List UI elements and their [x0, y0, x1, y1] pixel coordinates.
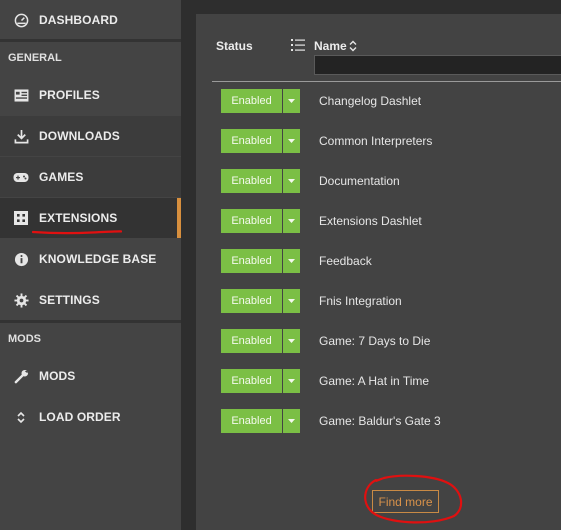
caret-down-icon — [288, 299, 295, 303]
extension-name: Fnis Integration — [319, 294, 402, 308]
status-column-header[interactable]: Status — [216, 39, 253, 53]
nav-extensions-label: EXTENSIONS — [39, 211, 118, 225]
enabled-status-button[interactable]: Enabled — [221, 329, 282, 353]
caret-down-icon — [288, 219, 295, 223]
extension-name: Changelog Dashlet — [319, 94, 422, 108]
nav-mods-label: MODS — [39, 369, 76, 383]
header-divider — [212, 81, 561, 82]
nav-settings[interactable]: SETTINGS — [0, 280, 181, 320]
enabled-status-button[interactable]: Enabled — [221, 369, 282, 393]
enabled-status-button[interactable]: Enabled — [221, 169, 282, 193]
sort-arrows-icon — [13, 409, 29, 425]
status-dropdown-toggle[interactable] — [283, 329, 300, 353]
enabled-status-button[interactable]: Enabled — [221, 89, 282, 113]
nav-profiles-label: PROFILES — [39, 88, 100, 102]
table-row: Enabled Common Interpreters — [221, 129, 561, 153]
status-dropdown-toggle[interactable] — [283, 169, 300, 193]
section-title-mods: MODS — [8, 332, 41, 345]
caret-down-icon — [288, 419, 295, 423]
name-filter-input[interactable] — [314, 55, 561, 75]
table-row: Enabled Game: 7 Days to Die — [221, 329, 561, 353]
status-dropdown-toggle[interactable] — [283, 289, 300, 313]
caret-down-icon — [288, 179, 295, 183]
nav-knowledge-base[interactable]: KNOWLEDGE BASE — [0, 239, 181, 279]
nav-dashboard-label: DASHBOARD — [39, 13, 118, 27]
extensions-grid-icon — [13, 210, 29, 226]
table-row: Enabled Game: A Hat in Time — [221, 369, 561, 393]
status-dropdown-toggle[interactable] — [283, 409, 300, 433]
nav-profiles[interactable]: PROFILES — [0, 75, 181, 115]
extension-name: Common Interpreters — [319, 134, 433, 148]
caret-down-icon — [288, 339, 295, 343]
nav-load-order-label: LOAD ORDER — [39, 410, 121, 424]
extension-name: Game: Baldur's Gate 3 — [319, 414, 441, 428]
caret-down-icon — [288, 379, 295, 383]
status-dropdown-toggle[interactable] — [283, 89, 300, 113]
gamepad-icon — [13, 169, 29, 185]
table-row: Enabled Game: Baldur's Gate 3 — [221, 409, 561, 433]
profile-card-icon — [13, 87, 29, 103]
caret-down-icon — [288, 139, 295, 143]
caret-down-icon — [288, 259, 295, 263]
nav-games[interactable]: GAMES — [0, 157, 181, 197]
enabled-status-button[interactable]: Enabled — [221, 289, 282, 313]
status-dropdown-toggle[interactable] — [283, 129, 300, 153]
nav-settings-label: SETTINGS — [39, 293, 100, 307]
status-dropdown-toggle[interactable] — [283, 209, 300, 233]
nav-dashboard[interactable]: DASHBOARD — [0, 0, 181, 40]
download-icon — [13, 128, 29, 144]
nav-games-label: GAMES — [39, 170, 84, 184]
nav-downloads[interactable]: DOWNLOADS — [0, 116, 181, 156]
red-underline-annotation — [32, 230, 122, 235]
column-list-icon[interactable] — [291, 38, 305, 52]
extension-name: Game: 7 Days to Die — [319, 334, 431, 348]
dashboard-gauge-icon — [13, 12, 29, 28]
nav-load-order[interactable]: LOAD ORDER — [0, 397, 181, 437]
extension-name: Game: A Hat in Time — [319, 374, 430, 388]
enabled-status-button[interactable]: Enabled — [221, 249, 282, 273]
nav-knowledge-base-label: KNOWLEDGE BASE — [39, 252, 157, 266]
extension-name: Feedback — [319, 254, 372, 268]
extension-name: Documentation — [319, 174, 400, 188]
table-row: Enabled Feedback — [221, 249, 561, 273]
nav-downloads-label: DOWNLOADS — [39, 129, 120, 143]
section-title-general: GENERAL — [8, 51, 62, 64]
find-more-button[interactable]: Find more — [372, 490, 439, 513]
name-column-header[interactable]: Name — [314, 39, 347, 53]
caret-down-icon — [288, 99, 295, 103]
gear-icon — [13, 292, 29, 308]
wrench-icon — [13, 368, 29, 384]
table-row: Enabled Documentation — [221, 169, 561, 193]
extension-name: Extensions Dashlet — [319, 214, 422, 228]
sidebar: DASHBOARD GENERAL PROFILES DOWNLOADS GAM… — [0, 0, 181, 530]
nav-mods[interactable]: MODS — [0, 356, 181, 396]
enabled-status-button[interactable]: Enabled — [221, 409, 282, 433]
enabled-status-button[interactable]: Enabled — [221, 129, 282, 153]
sort-icon[interactable] — [349, 40, 357, 52]
table-row: Enabled Fnis Integration — [221, 289, 561, 313]
table-row: Enabled Changelog Dashlet — [221, 89, 561, 113]
table-row: Enabled Extensions Dashlet — [221, 209, 561, 233]
enabled-status-button[interactable]: Enabled — [221, 209, 282, 233]
info-icon — [13, 251, 29, 267]
status-dropdown-toggle[interactable] — [283, 369, 300, 393]
status-dropdown-toggle[interactable] — [283, 249, 300, 273]
